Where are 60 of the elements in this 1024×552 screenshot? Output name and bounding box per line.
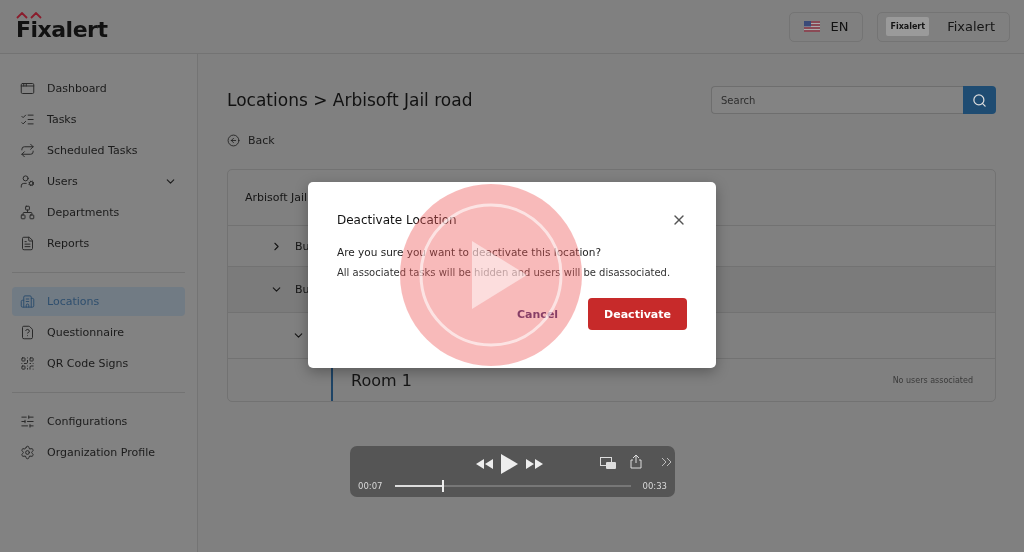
hierarchy-icon: [20, 205, 35, 220]
repeat-icon: [20, 143, 35, 158]
language-button[interactable]: EN: [789, 11, 864, 42]
sidebar-label: Configurations: [47, 415, 129, 428]
sidebar-label: Scheduled Tasks: [47, 144, 139, 157]
back-link[interactable]: Back: [227, 134, 275, 147]
gear-icon: [20, 445, 35, 460]
sliders-icon: [20, 414, 35, 429]
profile-button[interactable]: Fixalert Fixalert: [877, 11, 1010, 42]
sidebar-label: Tasks: [47, 113, 78, 126]
fast-forward-icon[interactable]: [526, 459, 543, 469]
users-status: No users associated: [892, 375, 973, 385]
checklist-icon: [20, 112, 35, 127]
flag-icon: [804, 21, 821, 32]
sidebar-label: Reports: [47, 237, 91, 250]
user-gear-icon: [20, 174, 35, 189]
location-title: Arbisoft Jail: [245, 190, 308, 204]
sidebar-label: Dashboard: [47, 82, 108, 95]
sidebar-label: Organization Profile: [47, 446, 157, 459]
search-button[interactable]: [963, 86, 996, 114]
sidebar-item[interactable]: Scheduled Tasks: [12, 136, 185, 165]
page-title: Locations > Arbisoft Jail road: [227, 90, 473, 110]
logo-caret-icon: [16, 12, 42, 19]
dashboard-icon: [20, 81, 35, 96]
deactivate-button[interactable]: Deactivate: [588, 298, 687, 330]
sidebar-item[interactable]: Organization Profile: [12, 438, 185, 467]
picture-in-picture-icon[interactable]: [600, 457, 616, 469]
chevrons-right-icon[interactable]: [661, 457, 672, 467]
sidebar-item[interactable]: Dashboard: [12, 74, 185, 103]
document-icon: [20, 236, 35, 251]
dialog-title: Deactivate Location: [337, 213, 457, 227]
play-icon[interactable]: [501, 454, 518, 474]
logo-text: Fixalert: [16, 19, 108, 41]
sidebar-item[interactable]: QR Code Signs: [12, 349, 185, 378]
org-logo: Fixalert: [886, 17, 930, 36]
share-icon[interactable]: [630, 454, 642, 469]
room-name: Room 1: [351, 370, 412, 390]
sidebar-label: Locations: [47, 295, 101, 308]
search-field[interactable]: Search: [711, 86, 963, 114]
qr-code-icon: [20, 356, 35, 371]
duration-time: 00:33: [642, 481, 667, 491]
question-icon: [20, 325, 35, 340]
building-icon: [20, 294, 35, 309]
sidebar-label: Questionnaire: [47, 326, 126, 339]
sidebar-item[interactable]: Reports: [12, 229, 185, 258]
sidebar-item[interactable]: Tasks: [12, 105, 185, 134]
sidebar-item[interactable]: Users: [12, 167, 185, 196]
dialog-message: Are you sure you want to deactivate this location?: [337, 246, 602, 258]
org-name: Fixalert: [947, 19, 995, 34]
elapsed-time: 00:07: [358, 481, 383, 491]
search-icon: [972, 92, 987, 108]
sidebar-label: Users: [47, 175, 79, 188]
sidebar-label: Departments: [47, 206, 121, 219]
sidebar-item[interactable]: Departments: [12, 198, 185, 227]
tree-item[interactable]: Bu: [295, 283, 310, 297]
sidebar-item[interactable]: Configurations: [12, 407, 185, 436]
tree-item[interactable]: Bu: [295, 239, 310, 253]
sidebar-item[interactable]: Questionnaire: [12, 318, 185, 347]
rewind-icon[interactable]: [476, 459, 493, 469]
sidebar-label: QR Code Signs: [47, 357, 130, 370]
